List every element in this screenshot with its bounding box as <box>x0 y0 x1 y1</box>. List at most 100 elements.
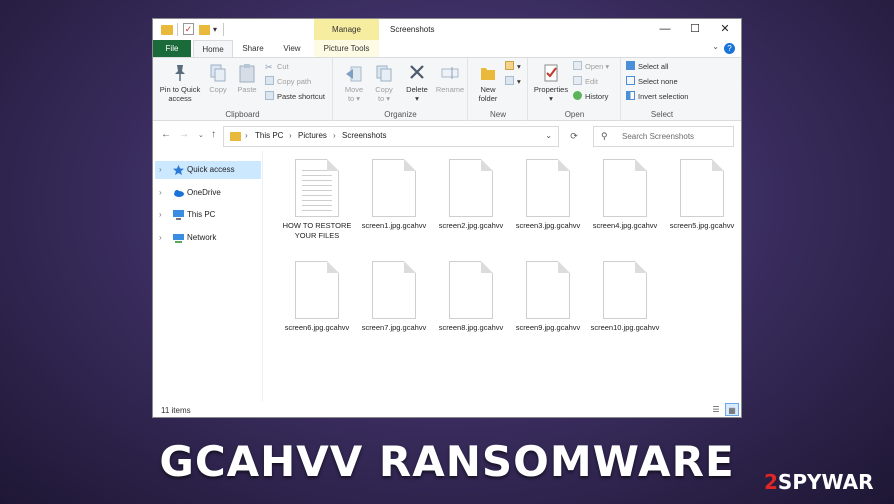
file-item[interactable]: screen6.jpg.gcahvv <box>279 253 355 333</box>
file-item[interactable]: screen7.jpg.gcahvv <box>356 253 432 333</box>
easy-access-button[interactable]: ▾ <box>505 76 521 88</box>
address-bar[interactable]: › This PC › Pictures › Screenshots ⌄ <box>223 126 559 147</box>
tab-view[interactable]: View <box>273 40 311 57</box>
pin-icon <box>175 65 185 81</box>
chevron-right-icon[interactable]: › <box>159 161 162 179</box>
pin-to-quick-access-button[interactable]: Pin to Quick access <box>157 63 203 103</box>
manage-tab[interactable]: Manage <box>314 19 379 40</box>
file-icon <box>295 261 339 319</box>
copy-to-label-1: Copy <box>375 85 393 94</box>
new-folder-quick-icon[interactable] <box>199 25 210 35</box>
search-box[interactable]: ⚲ Search Screenshots <box>593 126 734 147</box>
copy-path-button[interactable]: Copy path <box>265 76 311 88</box>
recent-locations-icon[interactable]: ⌄ <box>198 131 204 139</box>
back-arrow-icon[interactable]: ← <box>161 129 171 140</box>
chevron-down-icon[interactable]: ⌄ <box>545 131 552 140</box>
properties-icon <box>544 64 558 82</box>
customize-quick-access-icon[interactable]: ▾ <box>213 25 217 38</box>
file-item[interactable]: screen3.jpg.gcahvv <box>510 151 586 231</box>
edit-button[interactable]: Edit <box>573 76 598 88</box>
new-folder-button[interactable]: New folder <box>473 63 503 103</box>
ribbon: Pin to Quick access Copy Paste ✂ Cut Copy… <box>153 57 741 121</box>
tab-file[interactable]: File <box>153 40 191 57</box>
chevron-right-icon[interactable]: › <box>159 206 162 224</box>
file-item[interactable]: screen8.jpg.gcahvv <box>433 253 509 333</box>
paste-shortcut-label: Paste shortcut <box>277 92 325 101</box>
title-bar: ✓ ▾ Manage Screenshots — ☐ ✕ <box>153 19 741 40</box>
nav-item-quick-access[interactable]: › Quick access <box>155 161 261 179</box>
scissors-icon: ✂ <box>265 62 273 72</box>
invert-selection-button[interactable]: Invert selection <box>626 91 688 103</box>
tab-picture-tools[interactable]: Picture Tools <box>314 40 379 57</box>
select-all-button[interactable]: Select all <box>626 61 668 73</box>
breadcrumb-pictures[interactable]: Pictures <box>298 131 327 140</box>
file-item[interactable]: HOW TO RESTORE YOUR FILES <box>279 151 355 241</box>
file-item[interactable]: screen10.jpg.gcahvv <box>587 253 663 333</box>
select-none-button[interactable]: Select none <box>626 76 678 88</box>
close-button[interactable]: ✕ <box>710 22 740 38</box>
file-item[interactable]: screen9.jpg.gcahvv <box>510 253 586 333</box>
properties-quick-icon[interactable]: ✓ <box>183 23 194 35</box>
rename-icon <box>441 67 459 79</box>
item-count: 11 items <box>161 406 191 415</box>
rename-button[interactable]: Rename <box>434 63 466 94</box>
copy-button[interactable]: Copy <box>205 63 231 94</box>
tab-share[interactable]: Share <box>235 40 271 57</box>
up-arrow-icon[interactable]: ↑ <box>211 129 216 140</box>
paste-shortcut-button[interactable]: Paste shortcut <box>265 91 325 103</box>
paste-button[interactable]: Paste <box>233 63 261 94</box>
new-item-button[interactable]: ▾ <box>505 61 521 73</box>
large-icons-view-icon[interactable]: ▦ <box>725 403 739 416</box>
chevron-right-icon[interactable]: › <box>159 229 162 247</box>
maximize-button[interactable]: ☐ <box>680 22 710 38</box>
move-to-button[interactable]: Move to ▾ <box>340 63 368 103</box>
file-item[interactable]: screen1.jpg.gcahvv <box>356 151 432 231</box>
nav-item-onedrive[interactable]: › OneDrive <box>155 184 261 202</box>
breadcrumb-this-pc[interactable]: This PC <box>255 131 283 140</box>
logo-number: 2 <box>764 470 778 494</box>
copy-to-icon <box>376 65 392 82</box>
details-view-icon[interactable]: ☰ <box>709 403 723 416</box>
cut-button[interactable]: ✂ Cut <box>265 61 289 73</box>
file-icon <box>372 261 416 319</box>
nav-item-network[interactable]: › Network <box>155 229 261 247</box>
nav-item-this-pc[interactable]: › This PC <box>155 206 261 224</box>
select-none-icon <box>626 76 635 85</box>
file-icon <box>526 261 570 319</box>
file-item[interactable]: screen4.jpg.gcahvv <box>587 151 663 231</box>
paste-shortcut-icon <box>265 91 274 100</box>
breadcrumb-screenshots[interactable]: Screenshots <box>342 131 386 140</box>
file-icon <box>372 159 416 217</box>
open-button[interactable]: Open ▾ <box>573 61 609 73</box>
forward-arrow-icon[interactable]: → <box>179 129 189 140</box>
open-group-label: Open <box>564 110 585 119</box>
nav-label: This PC <box>187 210 216 219</box>
delete-button[interactable]: Delete ▾ <box>402 63 432 103</box>
tab-home[interactable]: Home <box>193 40 233 57</box>
open-group: Properties ▾ Open ▾ Edit History Open <box>529 58 621 121</box>
history-button[interactable]: History <box>573 91 608 103</box>
help-icon[interactable]: ? <box>724 43 735 54</box>
file-item[interactable]: screen5.jpg.gcahvv <box>664 151 740 231</box>
minimize-button[interactable]: — <box>650 22 680 38</box>
pin-label-2: access <box>168 94 192 103</box>
file-icon <box>449 159 493 217</box>
file-item[interactable]: screen2.jpg.gcahvv <box>433 151 509 231</box>
refresh-icon[interactable]: ⟳ <box>563 126 585 147</box>
edit-label: Edit <box>585 77 598 86</box>
copy-to-button[interactable]: Copy to ▾ <box>370 63 398 103</box>
window-title: Screenshots <box>390 25 435 34</box>
chevron-right-icon[interactable]: › <box>159 184 162 202</box>
invert-selection-label: Invert selection <box>638 92 689 101</box>
file-name: screen9.jpg.gcahvv <box>515 323 581 332</box>
organize-group-label: Organize <box>384 110 417 119</box>
copy-icon <box>210 64 226 82</box>
breadcrumb-separator: › <box>333 131 336 140</box>
history-icon <box>573 91 582 100</box>
properties-button[interactable]: Properties ▾ <box>531 63 571 103</box>
chevron-down-icon[interactable]: ⌄ <box>712 42 719 51</box>
new-item-icon <box>505 61 514 70</box>
select-none-label: Select none <box>638 77 678 86</box>
organize-group: Move to ▾ Copy to ▾ Delete ▾ Rename Orga… <box>334 58 468 121</box>
clipboard-group-label: Clipboard <box>225 110 260 119</box>
